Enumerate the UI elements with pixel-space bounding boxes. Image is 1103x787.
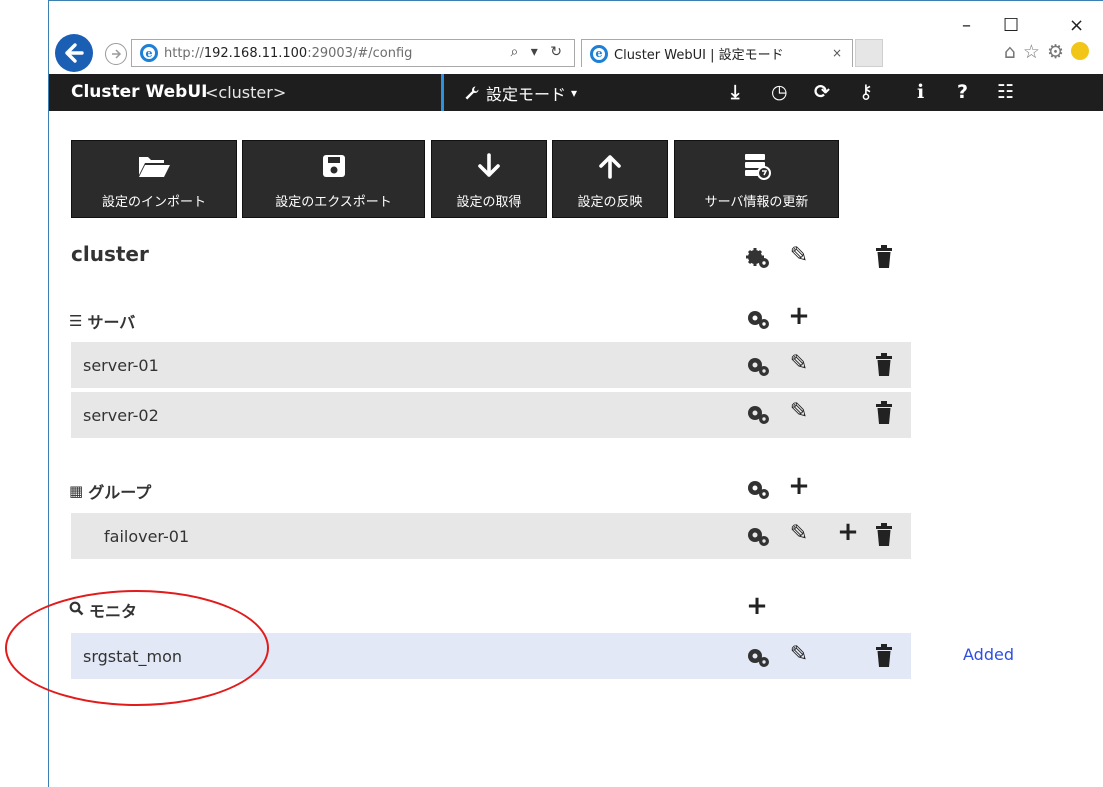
apply-config-label: 設定の反映 [577,195,643,210]
group-grid-icon: ▦ [69,482,84,500]
address-bar[interactable]: e http://192.168.11.100:29003/#/config ⌕… [131,39,575,67]
groups-heading-label: グループ [88,483,152,502]
url-prefix: http:// [164,45,204,61]
get-config-label: 設定の取得 [456,195,522,210]
server-1-delete-trash-icon[interactable] [875,353,893,377]
monitor-status-added: Added [963,645,1014,664]
add-server-plus-icon[interactable]: + [787,303,811,329]
server-2-edit-pencil-icon[interactable]: ✎ [787,401,811,423]
settings-gear-icon[interactable]: ⚙ [1047,41,1071,63]
import-config-button[interactable]: 設定のインポート [71,140,237,218]
export-config-label: 設定のエクスポート [275,195,392,210]
cluster-name-label: <cluster> [205,83,287,102]
url-path: :29003/#/config [307,45,413,61]
monitor-1-delete-trash-icon[interactable] [875,644,893,668]
browser-tab[interactable]: e Cluster WebUI | 設定モード × [581,39,853,67]
server-list-icon: ☰ [69,312,83,330]
cluster-edit-pencil-icon[interactable]: ✎ [787,245,811,267]
home-icon[interactable]: ⌂ [1004,41,1023,63]
groups-section-heading: ▦ グループ [69,479,151,503]
monitor-1-edit-pencil-icon[interactable]: ✎ [787,644,811,666]
arrow-left-icon [65,43,84,63]
import-config-label: 設定のインポート [101,195,206,210]
cluster-delete-trash-icon[interactable] [875,245,893,269]
server-name: server-01 [83,355,159,375]
favorites-star-icon[interactable]: ☆ [1023,41,1047,63]
ie-logo-icon: e [140,44,158,62]
ie-logo-icon: e [590,44,608,63]
clock-icon[interactable]: ◷ [771,81,788,103]
new-tab-button[interactable] [855,39,883,67]
info-icon[interactable]: i [917,81,924,103]
arrow-up-icon [599,155,621,179]
wrench-icon [465,86,479,99]
group-1-add-resource-plus-icon[interactable]: + [836,519,860,545]
refresh-icon[interactable]: ⟳ [814,81,830,103]
servers-heading-label: サーバ [87,313,136,332]
chevron-down-icon: ▾ [571,85,578,100]
server-2-delete-trash-icon[interactable] [875,401,893,425]
folder-open-icon [139,157,170,177]
server-name: server-02 [83,405,159,425]
back-button[interactable] [55,34,93,72]
app-navbar: Cluster WebUI <cluster> 設定モード ▾ ⤓ ◷ ⟳ ⚷ … [49,74,1103,111]
close-window-button[interactable]: × [1069,15,1084,36]
minimize-button[interactable]: – [962,15,971,36]
export-config-button[interactable]: 設定のエクスポート [242,140,425,218]
app-brand[interactable]: Cluster WebUI [71,82,207,102]
group-1-delete-trash-icon[interactable] [875,523,893,547]
update-server-info-button[interactable]: サーバ情報の更新 [674,140,839,218]
groups-properties-gears-icon[interactable] [745,477,771,501]
server-refresh-icon [744,154,771,180]
group-1-edit-pencil-icon[interactable]: ✎ [787,523,811,545]
server-2-properties-gears-icon[interactable] [745,402,771,426]
maximize-button[interactable]: ☐ [1003,15,1019,36]
browser-window: – ☐ × e http://192.168.11.100:29003/#/co… [5,0,1103,787]
add-group-plus-icon[interactable]: + [787,473,811,499]
arrow-right-icon [112,49,122,59]
forward-button[interactable] [105,43,127,65]
servers-properties-gears-icon[interactable] [745,307,771,331]
arrow-down-icon [478,153,500,177]
cluster-properties-gears-icon[interactable] [745,246,771,270]
tab-title: Cluster WebUI | 設定モード [614,48,784,63]
highlight-circle-annotation [5,590,269,706]
server-row-2[interactable]: server-02 [71,392,911,438]
url-host: 192.168.11.100 [203,45,308,61]
group-row-1[interactable]: failover-01 [71,513,911,559]
mode-selector[interactable]: 設定モード ▾ [441,74,621,111]
address-search-refresh-icons[interactable]: ⌕ ▾ ↻ [511,44,567,60]
server-1-edit-pencil-icon[interactable]: ✎ [787,353,811,375]
tab-close-button[interactable]: × [832,46,842,60]
apply-config-button[interactable]: 設定の反映 [552,140,668,218]
group-1-properties-gears-icon[interactable] [745,524,771,548]
monitor-1-properties-gears-icon[interactable] [745,645,771,669]
cluster-title: cluster [71,242,149,266]
help-icon[interactable]: ? [957,81,968,103]
key-icon[interactable]: ⚷ [859,81,873,103]
server-row-1[interactable]: server-01 [71,342,911,388]
browser-toolbar-icons: ⌂☆⚙ [1004,41,1089,63]
feedback-smiley-icon[interactable] [1071,42,1089,60]
add-monitor-plus-icon[interactable]: + [745,593,769,619]
update-server-info-label: サーバ情報の更新 [704,195,809,210]
mode-label: 設定モード [486,84,567,104]
download-icon[interactable]: ⤓ [731,81,739,103]
group-name: failover-01 [104,526,190,546]
servers-section-heading: ☰ サーバ [69,309,135,333]
save-icon [322,155,345,177]
server-1-properties-gears-icon[interactable] [745,354,771,378]
get-config-button[interactable]: 設定の取得 [431,140,547,218]
list-icon[interactable]: ☷ [997,81,1014,103]
